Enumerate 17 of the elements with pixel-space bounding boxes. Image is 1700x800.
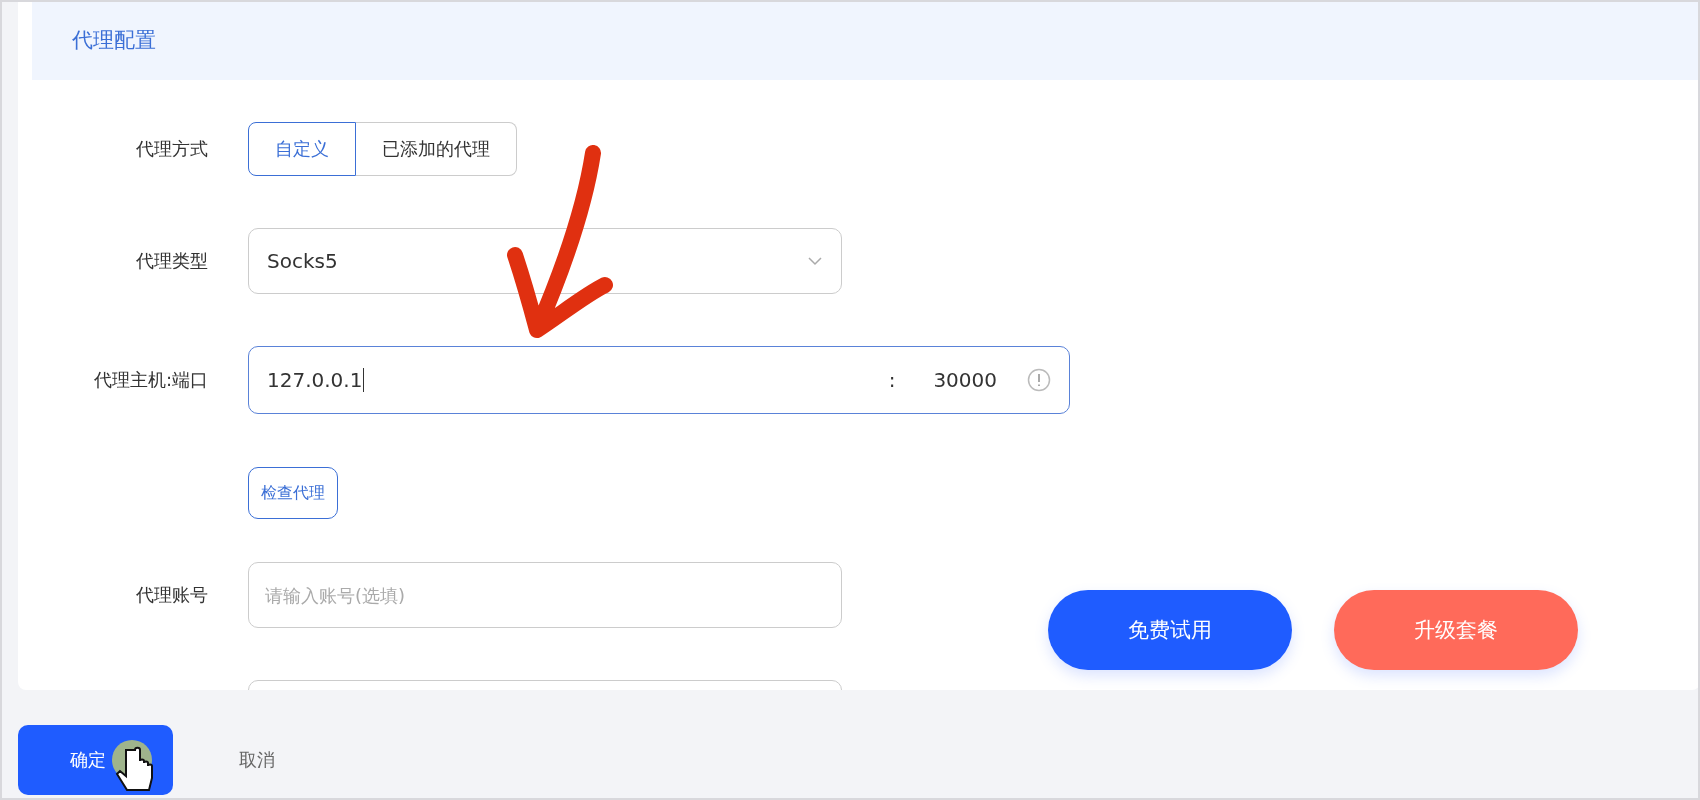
cancel-button[interactable]: 取消 — [233, 747, 281, 773]
type-dropdown[interactable]: Socks5 — [248, 228, 842, 294]
promo-button[interactable]: 免费试用 — [1048, 590, 1292, 670]
field-label: 代理类型 — [135, 249, 209, 273]
info-icon — [1027, 368, 1051, 392]
segment-option[interactable]: 已添加的代理 — [356, 122, 517, 176]
segment-option[interactable]: 自定义 — [248, 122, 356, 176]
field-label: 代理账号 — [135, 583, 209, 607]
confirm-button[interactable]: 确定 — [18, 725, 173, 795]
host-port-field[interactable]: 127.0.0.1 : 30000 — [248, 346, 1070, 414]
section-title: 代理配置 — [72, 27, 156, 54]
promo-button[interactable]: 升级套餐 — [1334, 590, 1578, 670]
check-proxy-button[interactable]: 检查代理 — [248, 467, 338, 519]
chevron-icon — [807, 256, 823, 266]
account-field[interactable]: 请输入账号(选填) — [248, 562, 842, 628]
field-label: 代理方式 — [135, 137, 209, 161]
field-label: 代理主机:端口 — [92, 368, 209, 392]
